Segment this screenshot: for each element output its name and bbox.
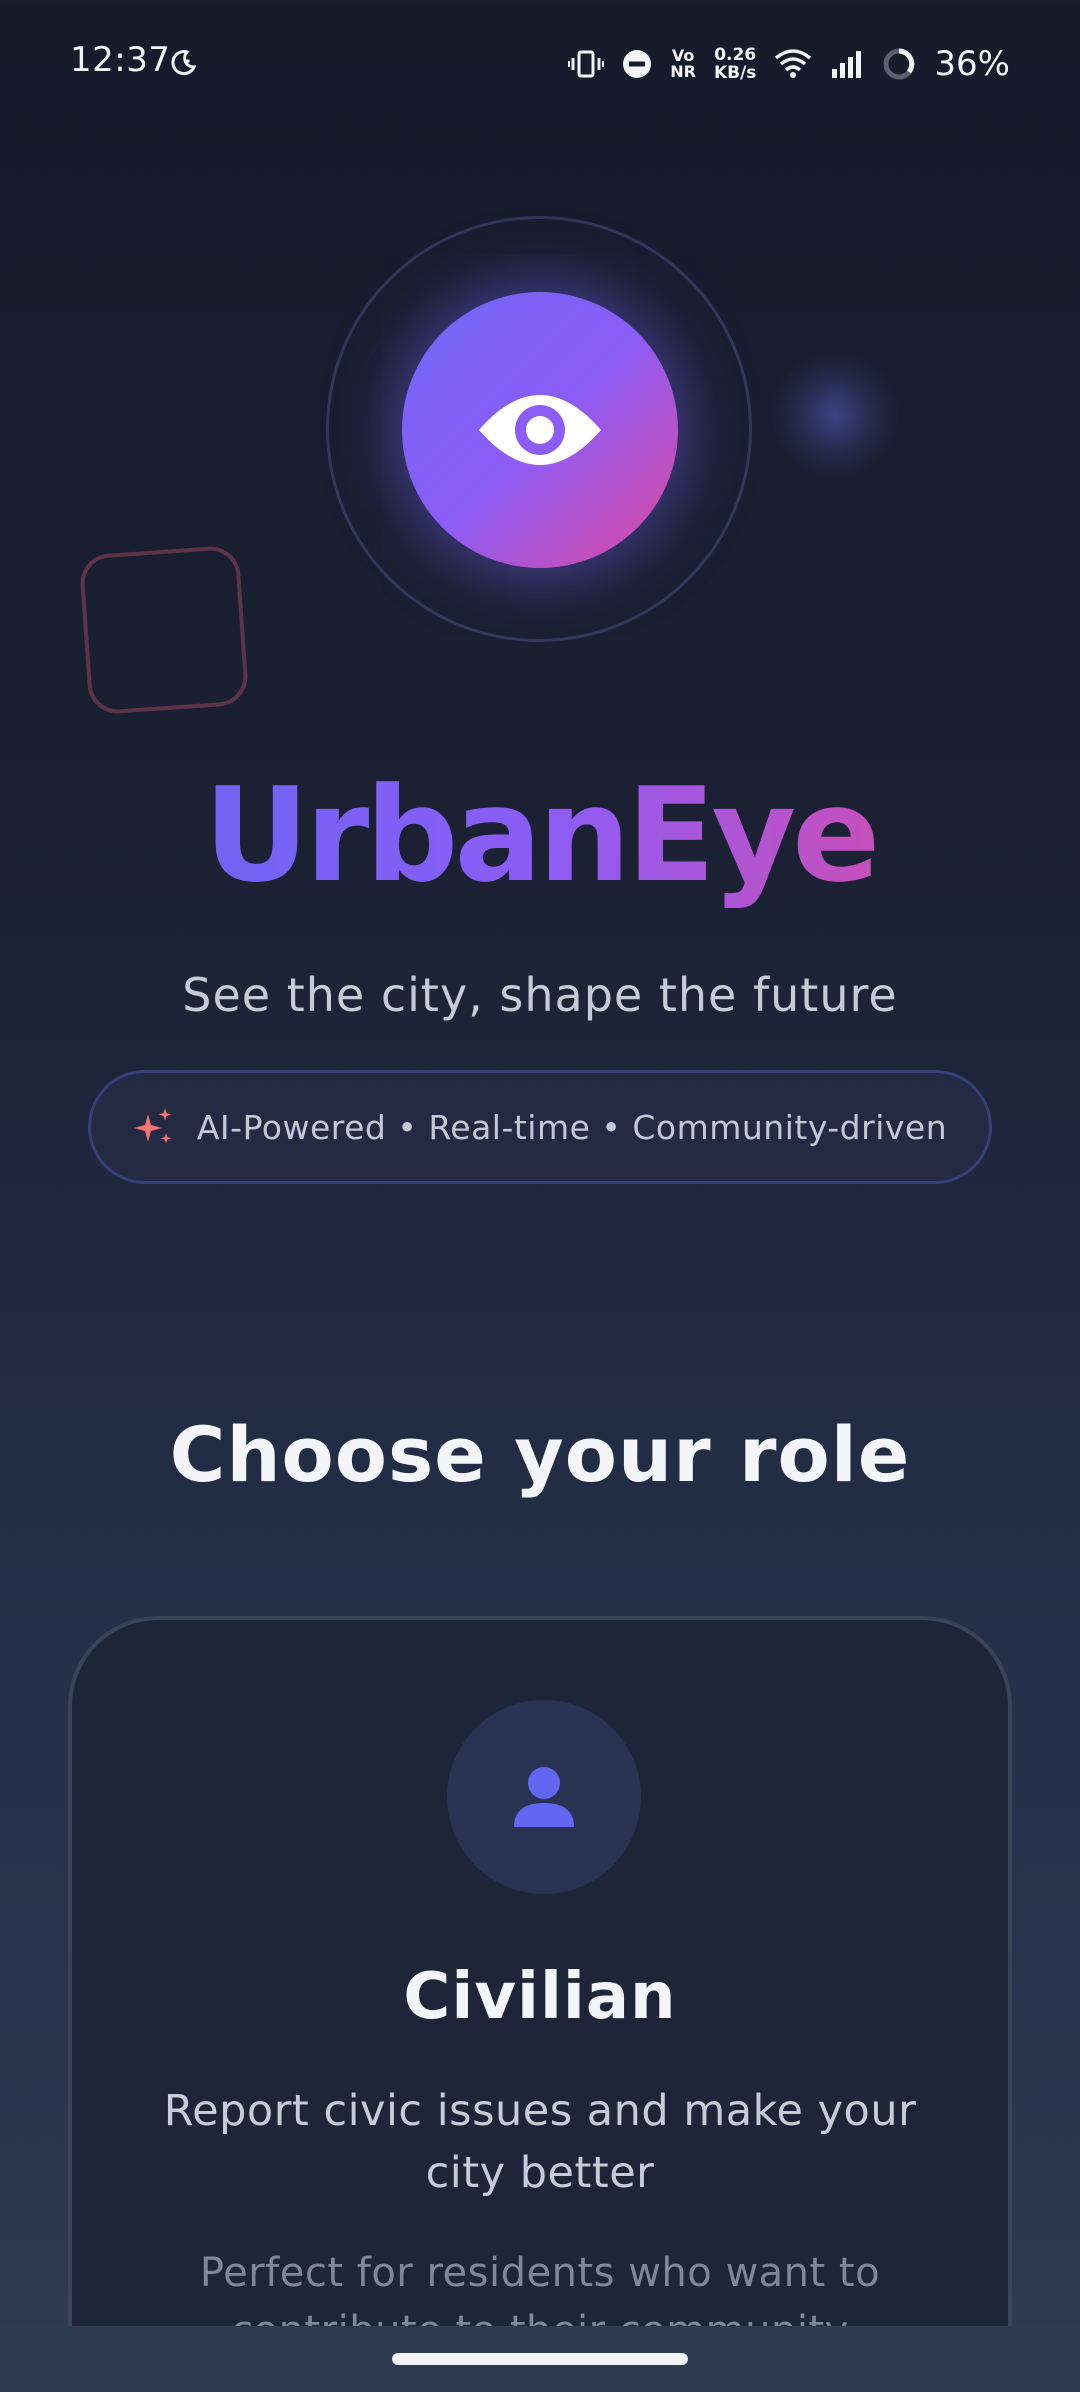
role-section-heading: Choose your role xyxy=(169,1410,911,1499)
decorative-square xyxy=(78,544,250,716)
do-not-disturb-icon xyxy=(623,50,652,78)
sparkles-icon xyxy=(133,1108,172,1144)
signal-icon xyxy=(832,51,862,78)
app-logo xyxy=(402,292,678,568)
status-icons: Vo NR 0.26 KB/s 36% xyxy=(568,38,1010,90)
battery-icon xyxy=(883,48,915,80)
eye-icon xyxy=(479,395,601,465)
app-title: UrbanEye xyxy=(0,760,1080,910)
role-icon-container xyxy=(447,1700,641,1894)
person-icon xyxy=(514,1767,574,1827)
app-tagline: See the city, shape the future xyxy=(182,968,898,1022)
role-description: Report civic issues and make your city b… xyxy=(163,2086,917,2198)
role-title: Civilian xyxy=(403,1960,677,2034)
features-text: AI-Powered • Real-time • Community-drive… xyxy=(196,1107,948,1147)
wifi-icon xyxy=(775,49,812,78)
status-bar: 12:37 Vo NR 0.26 KB/s 36% xyxy=(0,0,1080,120)
civilian-role-card[interactable]: Civilian Report civic issues and make yo… xyxy=(68,1616,1012,2392)
features-badge: AI-Powered • Real-time • Community-drive… xyxy=(88,1070,992,1184)
status-time: 12:37 xyxy=(70,40,171,80)
moon-icon xyxy=(171,50,197,76)
vibrate-icon xyxy=(568,50,605,78)
decorative-orb xyxy=(770,350,900,480)
network-speed: 0.26 KB/s xyxy=(713,45,757,83)
battery-percent: 36% xyxy=(934,44,1010,84)
home-indicator[interactable] xyxy=(392,2353,688,2365)
volte-indicator: Vo NR xyxy=(670,46,696,81)
